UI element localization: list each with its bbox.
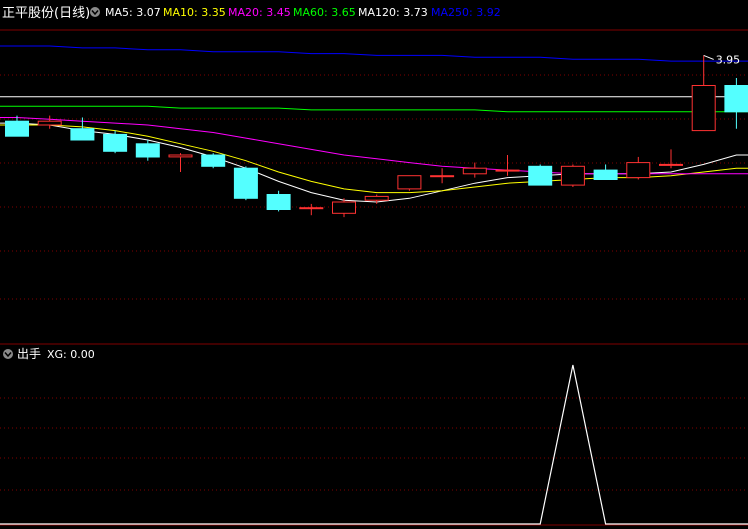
candle-body — [168, 154, 193, 158]
ma-legend-ma120: MA120: 3.73 — [358, 6, 428, 19]
chevron-down-icon[interactable] — [90, 7, 100, 17]
candle-body — [528, 165, 553, 186]
main-dropdown-button[interactable] — [90, 7, 100, 17]
candle-body — [266, 194, 291, 210]
ma-legend-ma20: MA20: 3.45 — [228, 6, 291, 19]
candle-body — [691, 85, 716, 132]
candle — [103, 130, 128, 154]
candle — [528, 164, 553, 186]
candle-body — [135, 143, 160, 158]
candle — [397, 175, 422, 191]
candle-body — [332, 201, 356, 214]
candle-body — [397, 175, 422, 190]
candle-body — [103, 133, 128, 152]
candle-body — [5, 120, 29, 137]
high-label: 3.95 — [716, 53, 741, 66]
indicator-value: XG: 0.00 — [47, 348, 95, 361]
candle-body — [659, 163, 683, 166]
candle-body — [626, 162, 651, 179]
ma-legend-ma60: MA60: 3.65 — [293, 6, 356, 19]
indicator-header: 出手 XG: 0.00 — [3, 347, 95, 361]
chart-background — [0, 0, 748, 529]
candle-body — [462, 167, 487, 175]
indicator-title: 出手 — [17, 347, 41, 361]
candle — [560, 164, 585, 187]
chart-title: 正平股份(日线) — [2, 6, 90, 21]
candle-body — [233, 167, 258, 199]
candle-body — [37, 120, 62, 126]
stock-chart: 3.95 正平股份(日线) MA5: 3.07 MA10: 3.35 MA20:… — [0, 0, 748, 529]
candle-body — [201, 154, 226, 167]
candle-body — [495, 169, 520, 172]
ma-legend-ma250: MA250: 3.92 — [431, 6, 501, 19]
candle-body — [724, 85, 748, 113]
candle-body — [364, 195, 389, 201]
candle-body — [299, 207, 324, 210]
chevron-down-icon[interactable] — [3, 349, 13, 359]
indicator-dropdown-button[interactable] — [3, 349, 13, 359]
candle — [201, 153, 226, 169]
candle-body — [430, 175, 455, 178]
candle-body — [593, 169, 618, 181]
main-header: 正平股份(日线) MA5: 3.07 MA10: 3.35 MA20: 3.45… — [2, 6, 501, 21]
ma-legend-ma5: MA5: 3.07 — [105, 6, 161, 19]
candle — [233, 166, 258, 201]
candle-body — [560, 165, 585, 186]
candle-body — [70, 128, 95, 141]
ma-legend-ma10: MA10: 3.35 — [163, 6, 226, 19]
